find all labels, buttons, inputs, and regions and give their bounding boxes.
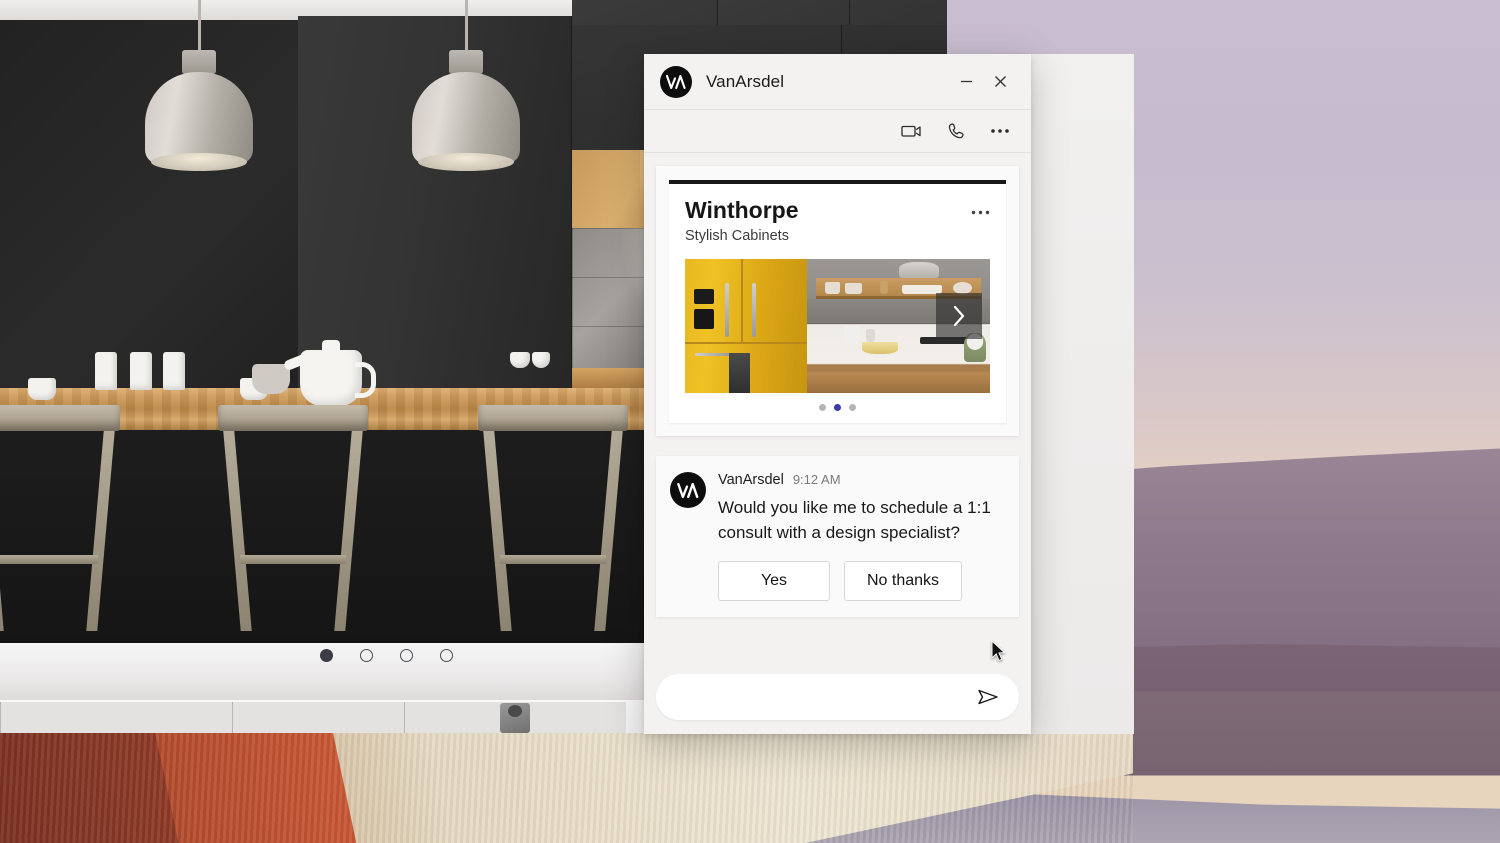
- mouse-cursor: [991, 640, 1007, 664]
- background-carousel-dots[interactable]: [320, 649, 453, 662]
- chevron-right-icon[interactable]: [936, 293, 982, 339]
- yes-button[interactable]: Yes: [718, 561, 830, 601]
- screen: VanArsdel: [0, 0, 1500, 843]
- card-carousel-dot[interactable]: [834, 404, 841, 411]
- product-card-container: Winthorpe Stylish Cabinets: [656, 166, 1019, 436]
- card-subtitle: Stylish Cabinets: [685, 228, 799, 244]
- product-card[interactable]: Winthorpe Stylish Cabinets: [669, 180, 1006, 423]
- chat-window: VanArsdel: [644, 54, 1031, 734]
- send-icon[interactable]: [973, 682, 1003, 712]
- card-more-icon[interactable]: [971, 198, 990, 220]
- message-timestamp: 9:12 AM: [793, 472, 841, 487]
- title-bar: VanArsdel: [644, 54, 1031, 109]
- app-title: VanArsdel: [706, 72, 784, 92]
- video-camera-icon[interactable]: [899, 118, 925, 144]
- chat-toolbar: [644, 109, 1031, 153]
- card-carousel-dot[interactable]: [819, 404, 826, 411]
- message-author: VanArsdel: [718, 472, 784, 488]
- card-image: [685, 259, 990, 393]
- message-list: Winthorpe Stylish Cabinets: [644, 153, 1031, 660]
- compose-box[interactable]: [656, 674, 1019, 720]
- close-icon[interactable]: [983, 67, 1017, 97]
- card-carousel-dot[interactable]: [849, 404, 856, 411]
- background-carousel-dot[interactable]: [400, 649, 413, 662]
- card-title: Winthorpe: [685, 198, 799, 223]
- chat-message: VanArsdel 9:12 AM Would you like me to s…: [656, 456, 1019, 616]
- wall-outlet: [500, 703, 530, 733]
- background-carousel-dot[interactable]: [320, 649, 333, 662]
- no-thanks-button[interactable]: No thanks: [844, 561, 962, 601]
- card-carousel-dots[interactable]: [685, 404, 990, 413]
- background-carousel-dot[interactable]: [440, 649, 453, 662]
- message-actions: Yes No thanks: [718, 561, 1005, 601]
- avatar: [670, 472, 706, 508]
- minimize-icon[interactable]: [949, 67, 983, 97]
- message-text: Would you like me to schedule a 1:1 cons…: [718, 495, 1005, 545]
- message-input[interactable]: [672, 689, 973, 706]
- floor-rug: [0, 733, 1133, 843]
- background-carousel-dot[interactable]: [360, 649, 373, 662]
- vanarsdel-logo-icon: [660, 66, 692, 98]
- more-options-icon[interactable]: [987, 118, 1013, 144]
- phone-icon[interactable]: [943, 118, 969, 144]
- compose-bar: [644, 660, 1031, 734]
